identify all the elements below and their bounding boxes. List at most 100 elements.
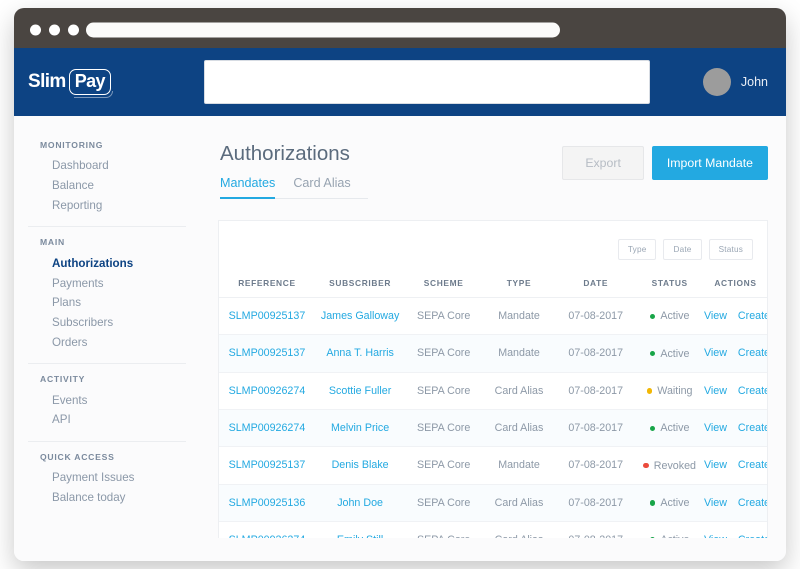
create-action[interactable]: Create xyxy=(738,459,767,471)
table-row[interactable]: SLMP00925136 John Doe SEPA Core Card Alias 0… xyxy=(219,484,767,522)
cell-type: Card Alias xyxy=(482,409,556,448)
import-mandate-button[interactable]: Import Mandate xyxy=(651,146,768,180)
table-row[interactable]: SLMP00926274 Scottie Fuller SEPA Core Card … xyxy=(219,372,767,410)
status-dot-icon xyxy=(649,425,656,431)
tab-card-alias[interactable]: Card Alias xyxy=(293,176,350,199)
table-row[interactable]: SLMP00926274 Melvin Price SEPA Core Card Al… xyxy=(219,409,767,448)
view-action[interactable]: View xyxy=(704,459,727,471)
tab-bar: Mandates Card Alias xyxy=(220,176,368,199)
url-bar[interactable] xyxy=(86,22,560,38)
view-action[interactable]: View xyxy=(704,534,727,538)
sidebar-item-subscribers[interactable]: Subscribers xyxy=(28,313,186,333)
table-row[interactable]: SLMP00925137 James Galloway SEPA Core Manda… xyxy=(219,297,767,336)
main-panel: Authorizations Mandates Card Alias Export… xyxy=(200,116,786,561)
sidebar-item-dashboard[interactable]: Dashboard xyxy=(28,156,186,176)
table-row[interactable]: SLMP00925137 Anna T. Harris SEPA Core Manda… xyxy=(219,334,767,373)
sidebar-item-plans[interactable]: Plans xyxy=(28,293,186,313)
search-container xyxy=(204,60,650,104)
reference-link[interactable]: SLMP00926274 xyxy=(229,422,306,434)
view-action[interactable]: View xyxy=(704,497,727,509)
status-label: Active xyxy=(660,347,690,360)
cell-status: Active xyxy=(635,409,704,448)
create-action[interactable]: Create xyxy=(738,385,767,397)
cell-scheme: SEPA Core xyxy=(405,372,483,410)
cell-status: Revoked xyxy=(635,446,704,485)
minimize-dot[interactable] xyxy=(49,24,60,36)
cell-date: 07-08-2017 xyxy=(555,334,636,373)
reference-link[interactable]: SLMP00925137 xyxy=(229,347,306,359)
sidebar-item-orders[interactable]: Orders xyxy=(28,332,186,352)
content-area: MONITORING Dashboard Balance Reporting MAIN A… xyxy=(14,116,786,561)
column-header-scheme[interactable]: SCHEME xyxy=(405,272,483,298)
screenshot-root: Slim Pay John MONITORING Dashboard Balance… xyxy=(0,0,800,569)
reference-link[interactable]: SLMP00925137 xyxy=(229,459,306,471)
column-header-status[interactable]: STATUS xyxy=(635,272,704,298)
sidebar-item-events[interactable]: Events xyxy=(28,390,186,410)
sidebar-item-api[interactable]: API xyxy=(28,410,186,430)
create-action[interactable]: Create xyxy=(738,347,767,359)
subscriber-link[interactable]: John Doe xyxy=(337,497,383,509)
status-badge: Revoked xyxy=(643,460,696,472)
search-input[interactable] xyxy=(204,60,650,104)
cell-actions: View Create xyxy=(703,334,767,373)
export-button[interactable]: Export xyxy=(562,146,644,180)
create-action[interactable]: Create xyxy=(738,497,767,509)
tab-mandates[interactable]: Mandates xyxy=(220,176,276,199)
subscriber-link[interactable]: Scottie Fuller xyxy=(329,385,391,397)
cell-subscriber: Melvin Price xyxy=(314,409,406,448)
sidebar-item-balance-today[interactable]: Balance today xyxy=(28,488,186,508)
cell-status: Active xyxy=(635,484,704,522)
logo-text-pay: Pay xyxy=(74,71,106,91)
table-row[interactable]: SLMP00926274 Emily Still SEPA CoreCard Ali… xyxy=(219,521,767,538)
sidebar-item-balance[interactable]: Balance xyxy=(28,176,186,196)
reference-link[interactable]: SLMP00926274 xyxy=(229,385,306,397)
nav-group-title: ACTIVITY xyxy=(40,374,86,385)
subscriber-link[interactable]: Anna T. Harris xyxy=(326,347,394,359)
cell-date: 07-08-2017 xyxy=(555,297,636,336)
cell-subscriber: Denis Blake xyxy=(314,446,406,485)
user-menu[interactable]: John xyxy=(702,68,768,96)
subscriber-link[interactable]: Emily Still xyxy=(337,534,383,538)
column-header-reference[interactable]: REFERENCE xyxy=(219,272,315,298)
reference-link[interactable]: SLMP00925136 xyxy=(229,497,306,509)
column-header-actions[interactable]: ACTIONS xyxy=(703,272,767,298)
reference-link[interactable]: SLMP00925137 xyxy=(229,310,306,322)
subscriber-link[interactable]: Denis Blake xyxy=(332,459,389,471)
row-actions: View Create xyxy=(704,459,767,471)
status-dot-icon xyxy=(649,350,656,357)
table-card: Type Date Status REFERENCE SUBSCRIBER SCHEME… xyxy=(218,220,768,538)
filter-chip-type[interactable]: Type xyxy=(617,239,657,260)
status-badge: Active xyxy=(649,534,689,538)
sidebar-item-payments[interactable]: Payments xyxy=(28,273,186,293)
close-dot[interactable] xyxy=(30,24,41,36)
cell-status: Active xyxy=(635,297,704,336)
slimpay-logo[interactable]: Slim Pay xyxy=(28,69,114,98)
create-action[interactable]: Create xyxy=(738,310,767,322)
column-header-type[interactable]: TYPE xyxy=(482,272,556,298)
cell-actions: View Create xyxy=(703,484,767,522)
create-action[interactable]: Create xyxy=(738,422,767,434)
column-header-date[interactable]: DATE xyxy=(555,272,636,298)
sidebar-item-reporting[interactable]: Reporting xyxy=(28,196,186,216)
sidebar-item-payment-issues[interactable]: Payment Issues xyxy=(28,468,186,488)
view-action[interactable]: View xyxy=(704,310,727,322)
filter-chip-status[interactable]: Status xyxy=(708,239,753,260)
column-header-subscriber[interactable]: SUBSCRIBER xyxy=(314,272,406,298)
cell-date: 07-08-2017 xyxy=(555,409,636,448)
subscriber-link[interactable]: Melvin Price xyxy=(331,422,389,434)
cell-subscriber: James Galloway xyxy=(314,297,406,336)
cell-reference: SLMP00925137 xyxy=(219,446,315,485)
view-action[interactable]: View xyxy=(704,385,727,397)
sidebar-item-authorizations[interactable]: Authorizations xyxy=(28,253,186,273)
view-action[interactable]: View xyxy=(704,422,727,434)
table-row[interactable]: SLMP00925137 Denis Blake SEPA Core Mandate 0… xyxy=(219,446,767,485)
create-action[interactable]: Create xyxy=(738,534,767,538)
view-action[interactable]: View xyxy=(704,347,727,359)
app-header: Slim Pay John xyxy=(14,48,786,116)
reference-link[interactable]: SLMP00926274 xyxy=(229,534,306,538)
maximize-dot[interactable] xyxy=(68,24,79,36)
subscriber-link[interactable]: James Galloway xyxy=(321,310,399,322)
status-badge: Active xyxy=(649,422,689,434)
authorizations-table: REFERENCE SUBSCRIBER SCHEME TYPE DATE STATUS A… xyxy=(219,272,767,538)
filter-chip-date[interactable]: Date xyxy=(663,239,702,260)
